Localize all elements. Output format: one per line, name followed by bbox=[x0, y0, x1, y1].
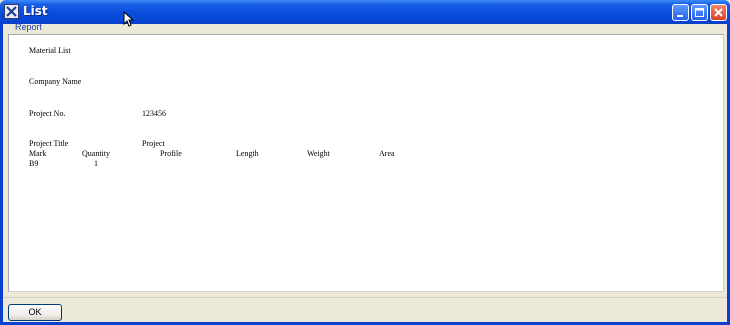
minimize-button[interactable] bbox=[672, 4, 689, 21]
maximize-button[interactable] bbox=[691, 4, 708, 21]
project-title-label: Project Title bbox=[29, 139, 69, 148]
window-title: List bbox=[23, 4, 48, 18]
project-no-label: Project No. bbox=[29, 109, 66, 118]
quantity-cell: 1 bbox=[94, 159, 98, 168]
report-heading: Material List bbox=[29, 46, 71, 55]
project-no-value: 123456 bbox=[142, 109, 166, 118]
column-header-row: Mark Quantity Profile Length Weight Area bbox=[29, 149, 429, 158]
report-area[interactable]: Material List Company Name Project No. 1… bbox=[8, 34, 724, 292]
column-header: Profile bbox=[160, 149, 182, 158]
close-icon bbox=[714, 8, 723, 17]
column-header: Weight bbox=[307, 149, 330, 158]
company-name-label: Company Name bbox=[29, 77, 82, 86]
minimize-icon bbox=[677, 15, 683, 17]
app-icon[interactable] bbox=[4, 4, 19, 19]
list-window: List Report Material List Company Name P… bbox=[0, 0, 730, 325]
divider bbox=[3, 297, 727, 298]
column-header: Mark bbox=[29, 149, 47, 158]
table-row: B9 1 bbox=[29, 159, 229, 168]
project-title-row: Project Title Project bbox=[29, 139, 229, 148]
ok-button[interactable]: OK bbox=[8, 304, 62, 321]
column-header: Area bbox=[379, 149, 395, 158]
project-no-row: Project No. 123456 bbox=[29, 109, 229, 118]
mark-cell: B9 bbox=[29, 159, 39, 168]
project-title-value: Project bbox=[142, 139, 165, 148]
menu-report[interactable]: Report bbox=[15, 22, 42, 32]
column-header: Length bbox=[236, 149, 259, 158]
column-header: Quantity bbox=[82, 149, 110, 158]
title-bar[interactable]: List bbox=[0, 0, 730, 27]
maximize-icon bbox=[695, 8, 704, 17]
close-button[interactable] bbox=[710, 4, 727, 21]
